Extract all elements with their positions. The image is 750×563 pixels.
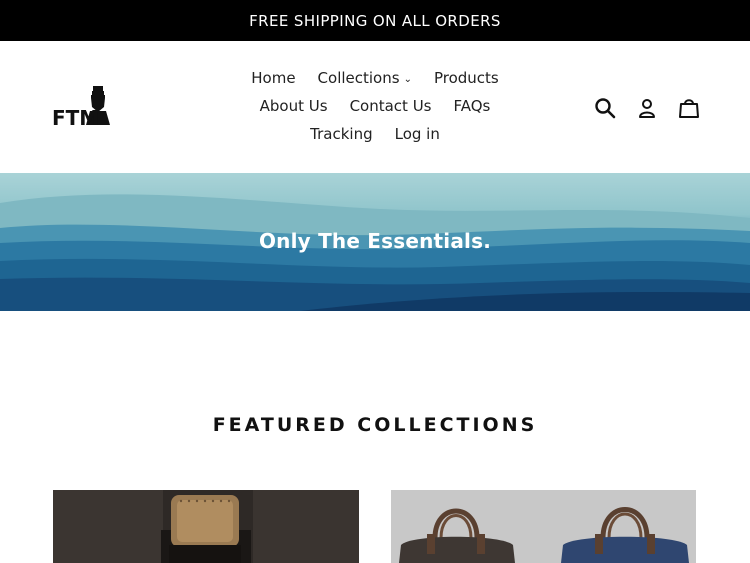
cart-button[interactable] bbox=[668, 95, 710, 121]
collection-image bbox=[391, 490, 696, 563]
collection-image bbox=[53, 490, 359, 563]
nav-tracking[interactable]: Tracking bbox=[299, 125, 383, 143]
hero-title: Only The Essentials. bbox=[258, 229, 492, 253]
header-icons bbox=[584, 95, 710, 121]
nav-collections[interactable]: Collections ⌄ bbox=[307, 69, 423, 87]
search-icon bbox=[595, 98, 616, 119]
account-icon bbox=[639, 99, 655, 118]
nav-collections-label: Collections bbox=[317, 69, 400, 87]
collection-card[interactable] bbox=[53, 490, 359, 563]
chevron-down-icon: ⌄ bbox=[403, 74, 412, 85]
nav-log-in[interactable]: Log in bbox=[384, 125, 451, 143]
nav-about-us[interactable]: About Us bbox=[249, 97, 339, 115]
announcement-text: FREE SHIPPING ON ALL ORDERS bbox=[249, 11, 501, 30]
nav-home[interactable]: Home bbox=[240, 69, 306, 87]
site-header: FTM Home Collections ⌄ Products About Us … bbox=[0, 41, 750, 173]
cart-icon bbox=[679, 99, 699, 118]
account-button[interactable] bbox=[626, 95, 668, 121]
nav-faqs[interactable]: FAQs bbox=[442, 97, 501, 115]
announcement-bar: FREE SHIPPING ON ALL ORDERS bbox=[0, 0, 750, 41]
search-button[interactable] bbox=[584, 95, 626, 121]
hero-banner: Only The Essentials. bbox=[0, 173, 750, 311]
featured-collections-title: FEATURED COLLECTIONS bbox=[212, 414, 538, 436]
collection-card[interactable] bbox=[391, 490, 696, 563]
nav-products[interactable]: Products bbox=[423, 69, 510, 87]
nav-contact-us[interactable]: Contact Us bbox=[339, 97, 443, 115]
